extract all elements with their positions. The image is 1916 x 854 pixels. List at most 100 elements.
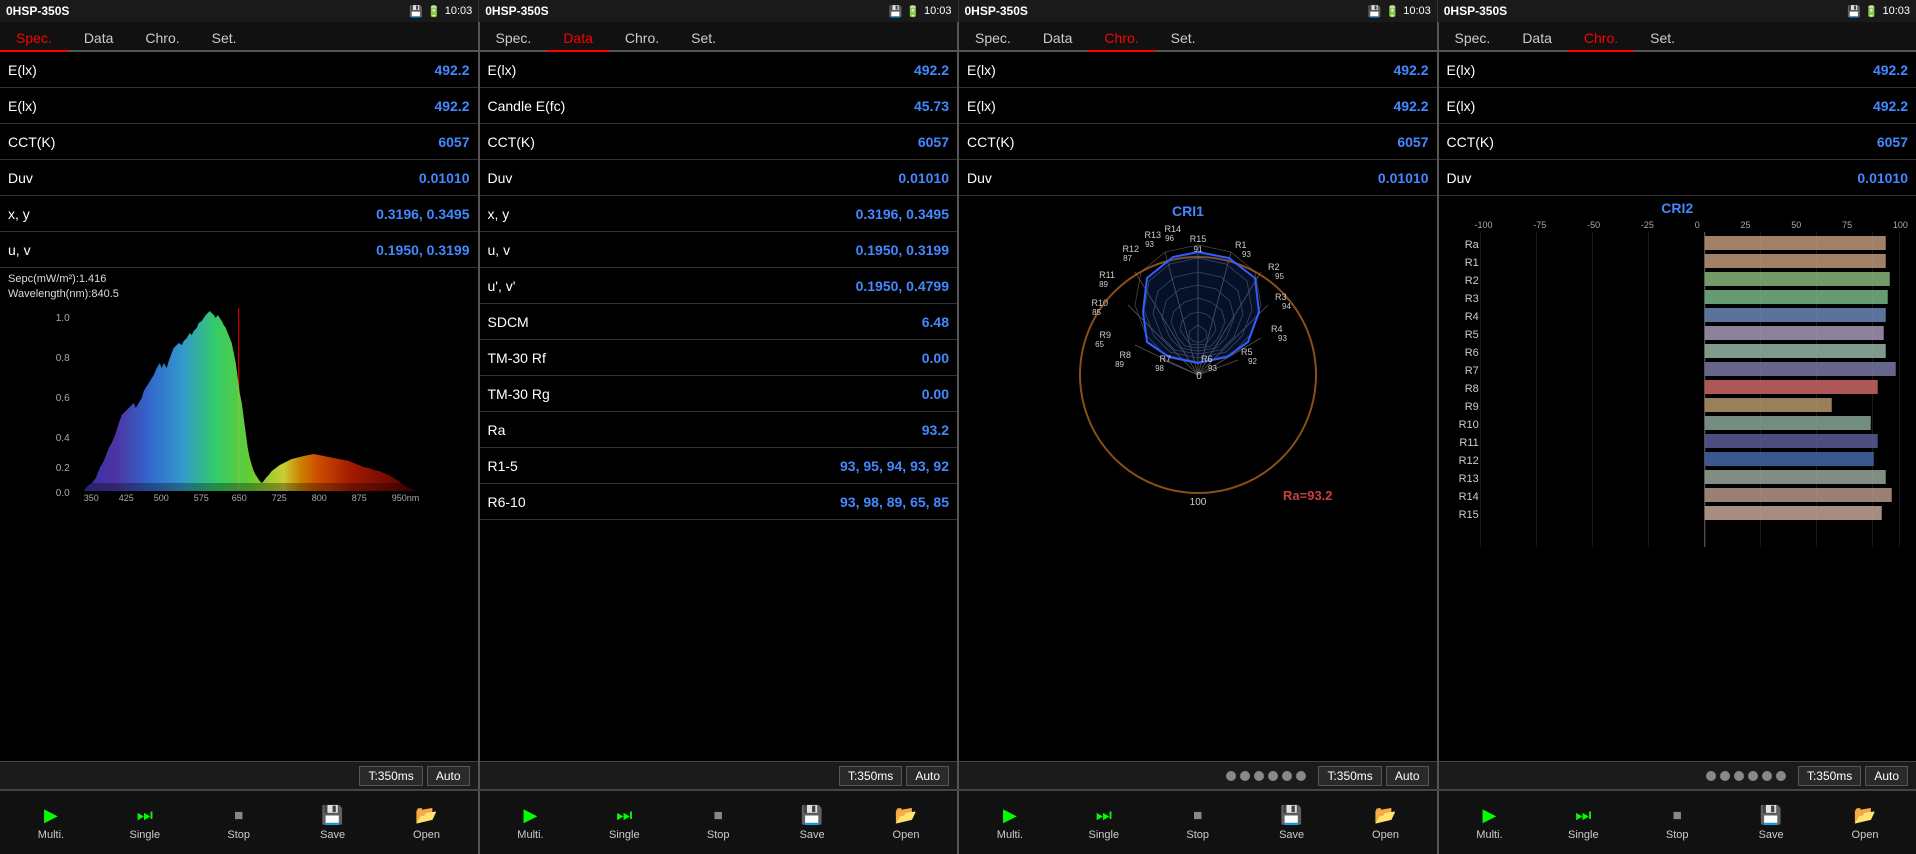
device-title-2: 0HSP-350S xyxy=(485,4,548,18)
multi-button-1[interactable]: ▶ Multi. xyxy=(26,805,76,841)
tab-set-2[interactable]: Set. xyxy=(675,26,732,52)
device-title-3: 0HSP-350S xyxy=(965,4,1028,18)
svg-text:93: 93 xyxy=(1145,240,1154,249)
tab-chro-2[interactable]: Chro. xyxy=(609,26,675,52)
save-button-1[interactable]: 💾 Save xyxy=(308,805,358,841)
svg-text:93: 93 xyxy=(1278,334,1287,343)
top-bar-icons-2: 💾 🔋 10:03 xyxy=(889,5,952,18)
tab-data-4[interactable]: Data xyxy=(1506,26,1568,52)
timing-auto-4[interactable]: Auto xyxy=(1865,766,1908,786)
svg-text:CRI1: CRI1 xyxy=(1172,203,1204,219)
svg-text:0.8: 0.8 xyxy=(56,353,70,364)
svg-text:65: 65 xyxy=(1095,340,1104,349)
panel-2: Spec. Data Chro. Set. E(lx) 492.2 Candle… xyxy=(480,22,960,789)
timing-auto-3[interactable]: Auto xyxy=(1386,766,1429,786)
single-button-3[interactable]: ⏭ Single xyxy=(1079,805,1129,841)
data-row: TM-30 Rg 0.00 xyxy=(480,376,958,412)
single-button-1[interactable]: ⏭ Single xyxy=(120,805,170,841)
svg-text:R10: R10 xyxy=(1458,419,1478,431)
tab-set-3[interactable]: Set. xyxy=(1155,26,1212,52)
tab-data-1[interactable]: Data xyxy=(68,26,130,52)
stop-icon-4: ⏹ xyxy=(1673,805,1682,826)
timing-bar-2: T:350ms Auto xyxy=(480,761,958,789)
data-row: E(lx) 492.2 xyxy=(1439,52,1916,88)
svg-text:R13: R13 xyxy=(1144,230,1161,240)
timing-time-2[interactable]: T:350ms xyxy=(839,766,902,786)
tab-bar-4: Spec. Data Chro. Set. xyxy=(1439,22,1916,52)
play-icon-1: ▶ xyxy=(44,805,58,826)
save-button-2[interactable]: 💾 Save xyxy=(787,805,837,841)
stop-button-2[interactable]: ⏹ Stop xyxy=(693,805,743,841)
tab-data-3[interactable]: Data xyxy=(1027,26,1089,52)
top-bar: 0HSP-350S 💾 🔋 10:03 0HSP-350S 💾 🔋 10:03 … xyxy=(0,0,1916,22)
open-button-2[interactable]: 📂 Open xyxy=(881,805,931,841)
multi-button-4[interactable]: ▶ Multi. xyxy=(1464,805,1514,841)
data-row: u, v 0.1950, 0.3199 xyxy=(480,232,958,268)
save-button-3[interactable]: 💾 Save xyxy=(1267,805,1317,841)
spectrum-svg: 1.0 0.8 0.6 0.4 0.2 0.0 350 425 500 575 … xyxy=(8,303,470,503)
tab-chro-1[interactable]: Chro. xyxy=(129,26,195,52)
timing-time-4[interactable]: T:350ms xyxy=(1798,766,1861,786)
stop-button-3[interactable]: ⏹ Stop xyxy=(1173,805,1223,841)
tab-spec-4[interactable]: Spec. xyxy=(1439,26,1507,52)
svg-text:91: 91 xyxy=(1193,245,1202,254)
data-row: CCT(K) 6057 xyxy=(480,124,958,160)
dot xyxy=(1720,771,1730,781)
data-row: x, y 0.3196, 0.3495 xyxy=(0,196,478,232)
data-table-3: E(lx) 492.2 E(lx) 492.2 CCT(K) 6057 Duv … xyxy=(959,52,1437,196)
tab-chro-4[interactable]: Chro. xyxy=(1568,26,1634,52)
tab-spec-3[interactable]: Spec. xyxy=(959,26,1027,52)
svg-text:650: 650 xyxy=(232,493,247,503)
svg-text:100: 100 xyxy=(1189,497,1206,508)
top-bar-4: 0HSP-350S 💾 🔋 10:03 xyxy=(1438,0,1916,22)
svg-text:500: 500 xyxy=(154,493,169,503)
multi-button-2[interactable]: ▶ Multi. xyxy=(505,805,555,841)
open-button-3[interactable]: 📂 Open xyxy=(1361,805,1411,841)
stop-icon-2: ⏹ xyxy=(714,805,723,826)
tab-data-2[interactable]: Data xyxy=(547,26,609,52)
tab-chro-3[interactable]: Chro. xyxy=(1088,26,1154,52)
save-icon-2: 💾 xyxy=(801,805,823,826)
stop-button-4[interactable]: ⏹ Stop xyxy=(1652,805,1702,841)
tab-set-4[interactable]: Set. xyxy=(1634,26,1691,52)
tab-bar-1: Spec. Data Chro. Set. xyxy=(0,22,478,52)
svg-text:R2: R2 xyxy=(1268,262,1280,272)
data-row: SDCM 6.48 xyxy=(480,304,958,340)
timing-auto-1[interactable]: Auto xyxy=(427,766,470,786)
dot xyxy=(1282,771,1292,781)
svg-text:98: 98 xyxy=(1155,364,1164,373)
svg-text:875: 875 xyxy=(352,493,367,503)
tab-bar-3: Spec. Data Chro. Set. xyxy=(959,22,1437,52)
svg-text:92: 92 xyxy=(1248,357,1257,366)
multi-button-3[interactable]: ▶ Multi. xyxy=(985,805,1035,841)
open-button-4[interactable]: 📂 Open xyxy=(1840,805,1890,841)
svg-text:R14: R14 xyxy=(1458,491,1478,503)
play-icon-4: ▶ xyxy=(1483,805,1497,826)
battery-icon-2: 🔋 xyxy=(906,5,920,18)
timing-time-3[interactable]: T:350ms xyxy=(1318,766,1381,786)
single-button-2[interactable]: ⏭ Single xyxy=(599,805,649,841)
save-button-4[interactable]: 💾 Save xyxy=(1746,805,1796,841)
data-row: Duv 0.01010 xyxy=(1439,160,1916,196)
open-button-1[interactable]: 📂 Open xyxy=(402,805,452,841)
svg-text:R4: R4 xyxy=(1464,311,1478,323)
svg-text:R8: R8 xyxy=(1464,383,1478,395)
tab-spec-2[interactable]: Spec. xyxy=(480,26,548,52)
open-icon-3: 📂 xyxy=(1374,805,1396,826)
timing-auto-2[interactable]: Auto xyxy=(906,766,949,786)
single-button-4[interactable]: ⏭ Single xyxy=(1558,805,1608,841)
stop-button-1[interactable]: ⏹ Stop xyxy=(214,805,264,841)
svg-text:Ra: Ra xyxy=(1464,239,1479,251)
top-bar-icons-1: 💾 🔋 10:03 xyxy=(409,5,472,18)
svg-text:89: 89 xyxy=(1099,280,1108,289)
panel-2-content: E(lx) 492.2 Candle E(fc) 45.73 CCT(K) 60… xyxy=(480,52,958,761)
play-icon-2: ▶ xyxy=(524,805,538,826)
svg-text:R9: R9 xyxy=(1464,401,1478,413)
timing-bar-4: T:350ms Auto xyxy=(1439,761,1916,789)
dot xyxy=(1734,771,1744,781)
tab-set-1[interactable]: Set. xyxy=(196,26,253,52)
timing-time-1[interactable]: T:350ms xyxy=(359,766,422,786)
disk-icon-3: 💾 xyxy=(1368,5,1382,18)
disk-icon-1: 💾 xyxy=(409,5,423,18)
tab-spec-1[interactable]: Spec. xyxy=(0,26,68,52)
